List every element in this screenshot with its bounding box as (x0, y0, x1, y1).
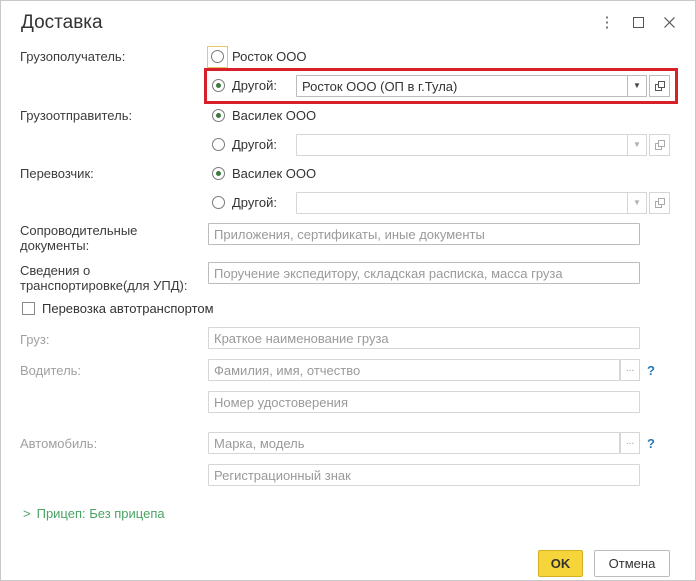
driver-select-button[interactable]: ... (620, 359, 640, 381)
shipper-radio-option1[interactable] (212, 109, 225, 122)
transport-info-placeholder: Поручение экспедитору, складская расписк… (214, 266, 563, 281)
driver-license-placeholder: Номер удостоверения (214, 395, 348, 410)
consignee-radio-option2[interactable] (212, 79, 225, 92)
open-icon (655, 81, 665, 91)
carrier-radio-option2[interactable] (212, 196, 225, 209)
vehicle-label: Автомобиль: (20, 436, 98, 451)
maximize-icon[interactable] (628, 13, 648, 33)
transport-info-input[interactable]: Поручение экспедитору, складская расписк… (208, 262, 640, 284)
documents-placeholder: Приложения, сертификаты, иные документы (214, 227, 485, 242)
trailer-link-text: Прицеп: Без прицепа (36, 506, 165, 521)
delivery-dialog: Доставка ⋮ Грузополучатель: Росток ООО Д… (0, 0, 696, 581)
shipper-radio-option2[interactable] (212, 138, 225, 151)
more-vertical-icon[interactable]: ⋮ (597, 13, 617, 33)
cargo-input[interactable]: Краткое наименование груза (208, 327, 640, 349)
vehicle-placeholder: Марка, модель (214, 436, 305, 451)
open-icon (655, 198, 665, 208)
consignee-radio-option1[interactable] (211, 50, 224, 63)
auto-transport-checkbox[interactable] (22, 302, 35, 315)
transport-info-label: Сведения о транспортировке(для УПД): (20, 263, 188, 293)
driver-license-input[interactable]: Номер удостоверения (208, 391, 640, 413)
vehicle-input[interactable]: Марка, модель (208, 432, 620, 454)
consignee-label: Грузополучатель: (20, 49, 126, 64)
carrier-option1-label: Василек ООО (232, 166, 317, 181)
dialog-title: Доставка (21, 12, 103, 33)
carrier-label: Перевозчик: (20, 166, 94, 181)
consignee-dropdown-button[interactable]: ▼ (627, 75, 647, 97)
driver-label: Водитель: (20, 363, 82, 378)
carrier-radio-option1[interactable] (212, 167, 225, 180)
open-icon (655, 140, 665, 150)
carrier-dropdown-button[interactable]: ▼ (627, 192, 647, 214)
shipper-option1-label: Василек ООО (232, 108, 317, 123)
documents-label: Сопроводительные документы: (20, 223, 138, 253)
driver-help-icon[interactable]: ? (647, 363, 655, 378)
cancel-button[interactable]: Отмена (594, 550, 670, 577)
close-icon[interactable] (659, 13, 679, 33)
chevron-right-icon: > (23, 506, 31, 521)
cargo-placeholder: Краткое наименование груза (214, 331, 389, 346)
vehicle-reg-placeholder: Регистрационный знак (214, 468, 351, 483)
vehicle-select-button[interactable]: ... (620, 432, 640, 454)
consignee-open-button[interactable] (649, 75, 670, 97)
vehicle-reg-input[interactable]: Регистрационный знак (208, 464, 640, 486)
consignee-option1-label: Росток ООО (232, 49, 307, 64)
vehicle-help-icon[interactable]: ? (647, 436, 655, 451)
shipper-label: Грузоотправитель: (20, 108, 133, 123)
driver-placeholder: Фамилия, имя, отчество (214, 363, 361, 378)
carrier-input[interactable] (296, 192, 628, 214)
shipper-open-button[interactable] (649, 134, 670, 156)
auto-transport-label: Перевозка автотранспортом (42, 301, 214, 316)
consignee-option2-label: Другой: (232, 78, 277, 93)
consignee-value: Росток ООО (ОП в г.Тула) (302, 79, 458, 94)
consignee-input[interactable]: Росток ООО (ОП в г.Тула) (296, 75, 628, 97)
carrier-open-button[interactable] (649, 192, 670, 214)
driver-input[interactable]: Фамилия, имя, отчество (208, 359, 620, 381)
ok-button[interactable]: OK (538, 550, 583, 577)
documents-input[interactable]: Приложения, сертификаты, иные документы (208, 223, 640, 245)
shipper-input[interactable] (296, 134, 628, 156)
shipper-dropdown-button[interactable]: ▼ (627, 134, 647, 156)
carrier-option2-label: Другой: (232, 195, 277, 210)
shipper-option2-label: Другой: (232, 137, 277, 152)
trailer-link[interactable]: > Прицеп: Без прицепа (23, 506, 165, 521)
cargo-label: Груз: (20, 332, 50, 347)
